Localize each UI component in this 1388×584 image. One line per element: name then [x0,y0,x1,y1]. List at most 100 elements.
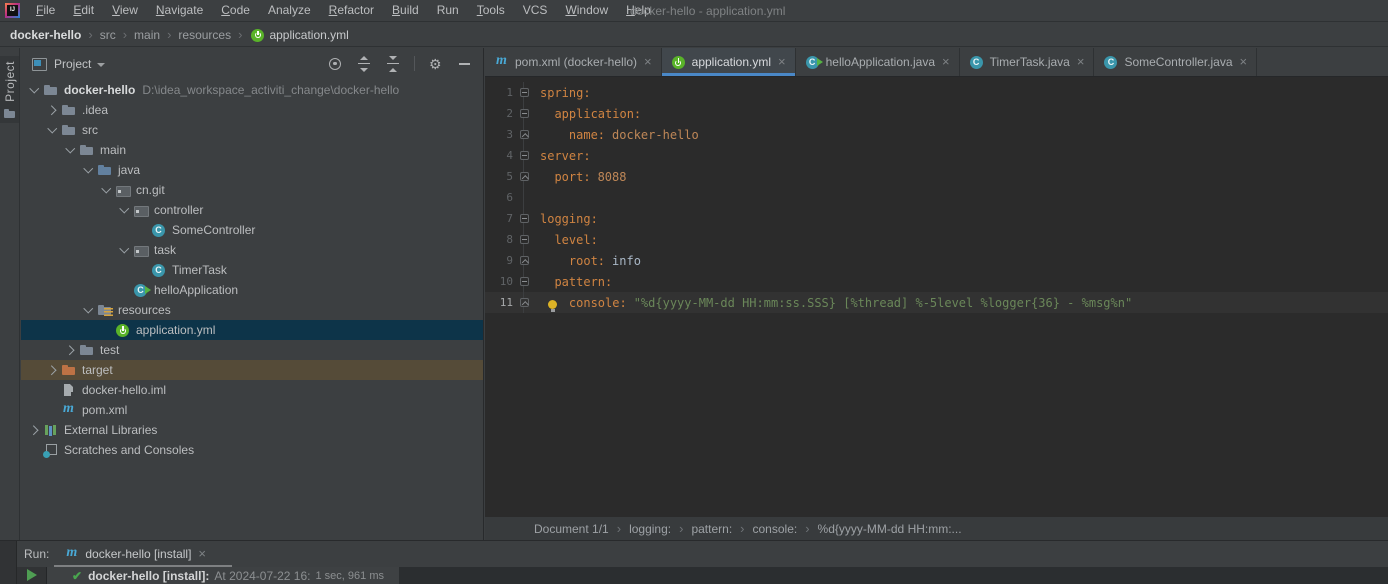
close-icon[interactable] [778,57,786,67]
code-line[interactable]: 1 spring: [485,82,1388,103]
chevron-right-icon[interactable] [62,340,78,360]
close-icon[interactable] [942,57,950,67]
menu-build[interactable]: Build [383,0,428,22]
code-editor[interactable]: 1 spring: 2 application: 3 name: docker-h… [485,77,1388,517]
breadcrumb-document[interactable]: Document 1/1 [534,522,609,536]
tree-item-task[interactable]: task [21,240,483,260]
breadcrumb-resources[interactable]: resources [178,28,231,42]
fold-marker-icon[interactable] [519,151,529,160]
code-line[interactable]: 10 pattern: [485,271,1388,292]
fold-marker-icon[interactable] [519,214,529,223]
project-panel-title[interactable]: Project [54,57,91,71]
menu-navigate[interactable]: Navigate [147,0,212,22]
menu-file[interactable]: File [27,0,64,22]
menu-refactor[interactable]: Refactor [320,0,383,22]
chevron-down-icon[interactable] [80,160,96,180]
tree-item-external-libraries[interactable]: External Libraries [21,420,483,440]
fold-marker-icon[interactable] [519,298,529,307]
tree-item-scratches[interactable]: Scratches and Consoles [21,440,483,460]
tree-item-timertask[interactable]: TimerTask [21,260,483,280]
breadcrumb-console[interactable]: console: [753,522,798,536]
chevron-down-icon[interactable] [44,120,60,140]
chevron-down-icon[interactable] [116,200,132,220]
fold-marker-icon[interactable] [519,130,529,139]
tree-item-java[interactable]: java [21,160,483,180]
menu-window[interactable]: Window [556,0,617,22]
breadcrumb-main[interactable]: main [134,28,160,42]
menu-analyze[interactable]: Analyze [259,0,320,22]
tree-item-test[interactable]: test [21,340,483,360]
code-line[interactable]: 2 application: [485,103,1388,124]
tree-item-application-yml[interactable]: application.yml [21,320,483,340]
tree-item-label: src [82,123,98,137]
fold-marker-icon[interactable] [519,256,529,265]
tree-item-pom[interactable]: pom.xml [21,400,483,420]
tab-pom-xml[interactable]: pom.xml (docker-hello) [485,48,662,76]
tree-item-idea[interactable]: .idea [21,100,483,120]
tab-timertask-java[interactable]: TimerTask.java [960,48,1095,76]
fold-marker-icon[interactable] [519,235,529,244]
run-result-row[interactable]: docker-hello [install]: At 2024-07-22 16… [47,567,399,584]
chevron-down-icon[interactable] [62,140,78,160]
collapse-all-icon[interactable] [385,55,401,72]
fold-marker-icon[interactable] [519,88,529,97]
menu-code[interactable]: Code [212,0,259,22]
tab-application-yml[interactable]: application.yml [661,48,796,76]
chevron-down-icon[interactable] [98,180,114,200]
chevron-right-icon[interactable] [44,360,60,380]
chevron-down-icon[interactable] [26,80,42,100]
fold-marker-icon[interactable] [519,109,529,118]
tab-somecontroller-java[interactable]: SomeController.java [1094,48,1258,76]
code-line[interactable]: 5 port: 8088 [485,166,1388,187]
rerun-play-button[interactable] [26,569,37,581]
menu-tools[interactable]: Tools [468,0,514,22]
code-line[interactable]: 7 logging: [485,208,1388,229]
project-tool-window-button[interactable]: Project [0,56,19,123]
tree-item-cn-git[interactable]: cn.git [21,180,483,200]
menu-run[interactable]: Run [428,0,468,22]
tree-item-somecontroller[interactable]: SomeController [21,220,483,240]
tree-item-src[interactable]: src [21,120,483,140]
breadcrumb-file[interactable]: application.yml [269,28,348,42]
chevron-down-icon[interactable] [116,240,132,260]
chevron-down-icon[interactable] [80,300,96,320]
fold-marker-icon[interactable] [519,277,529,286]
line-number: 2 [506,107,513,120]
menu-vcs[interactable]: VCS [514,0,557,22]
tree-item-main[interactable]: main [21,140,483,160]
locate-file-icon[interactable] [327,56,343,72]
code-line[interactable]: 4 server: [485,145,1388,166]
hide-panel-icon[interactable] [457,56,473,72]
tree-item-target[interactable]: target [21,360,483,380]
tree-item-iml[interactable]: docker-hello.iml [21,380,483,400]
fold-marker-icon[interactable] [519,172,529,181]
breadcrumb-project[interactable]: docker-hello [10,28,81,42]
tree-item-resources[interactable]: resources [21,300,483,320]
run-tab-docker-hello-install[interactable]: docker-hello [install] [63,545,206,562]
close-icon[interactable] [198,549,206,559]
breadcrumb-value[interactable]: %d{yyyy-MM-dd HH:mm:... [818,522,962,536]
code-line-current[interactable]: 11 console: "%d{yyyy-MM-dd HH:mm:ss.SSS} … [485,292,1388,313]
breadcrumb-pattern[interactable]: pattern: [691,522,732,536]
tree-item-controller[interactable]: controller [21,200,483,220]
code-line[interactable]: 3 name: docker-hello [485,124,1388,145]
menu-view[interactable]: View [103,0,147,22]
tab-helloapplication-java[interactable]: helloApplication.java [796,48,960,76]
code-line[interactable]: 6 [485,187,1388,208]
expand-all-icon[interactable] [356,55,372,72]
tree-item-helloapplication[interactable]: helloApplication [21,280,483,300]
code-line[interactable]: 9 root: info [485,250,1388,271]
code-line[interactable]: 8 level: [485,229,1388,250]
intention-bulb-icon[interactable] [548,299,557,312]
gear-icon[interactable] [428,56,444,72]
breadcrumb-src[interactable]: src [100,28,116,42]
chevron-right-icon[interactable] [44,100,60,120]
tree-item-docker-hello[interactable]: docker-hello D:\idea_workspace_activiti_… [21,80,483,100]
breadcrumb-logging[interactable]: logging: [629,522,671,536]
chevron-down-icon[interactable] [97,62,106,67]
menu-edit[interactable]: Edit [64,0,103,22]
close-icon[interactable] [644,57,652,67]
chevron-right-icon[interactable] [26,420,42,440]
close-icon[interactable] [1240,57,1248,67]
close-icon[interactable] [1077,57,1085,67]
